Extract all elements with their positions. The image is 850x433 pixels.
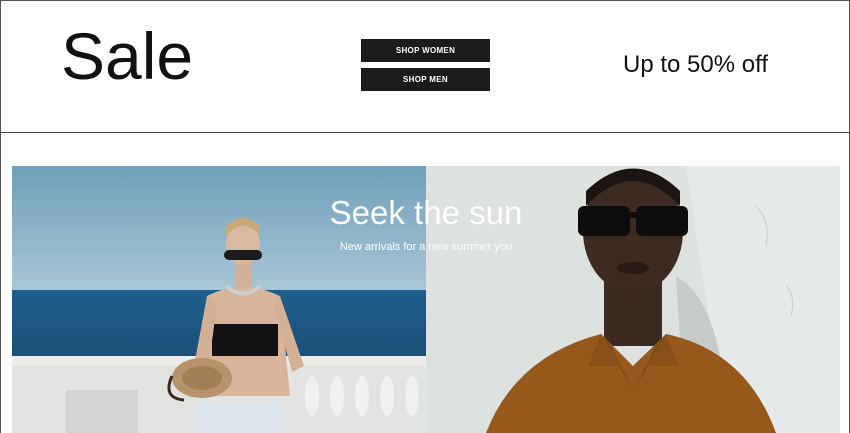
- sale-title: Sale: [61, 19, 194, 93]
- hero-heading: Seek the sun: [329, 194, 523, 231]
- hero-subheading: New arrivals for a new summer you: [339, 241, 513, 253]
- shop-men-button[interactable]: SHOP MEN: [361, 68, 490, 91]
- sale-banner: Sale SHOP WOMEN SHOP MEN Up to 50% off: [1, 1, 849, 133]
- shop-women-button[interactable]: SHOP WOMEN: [361, 39, 490, 62]
- sale-offer-text: Up to 50% off: [623, 51, 768, 78]
